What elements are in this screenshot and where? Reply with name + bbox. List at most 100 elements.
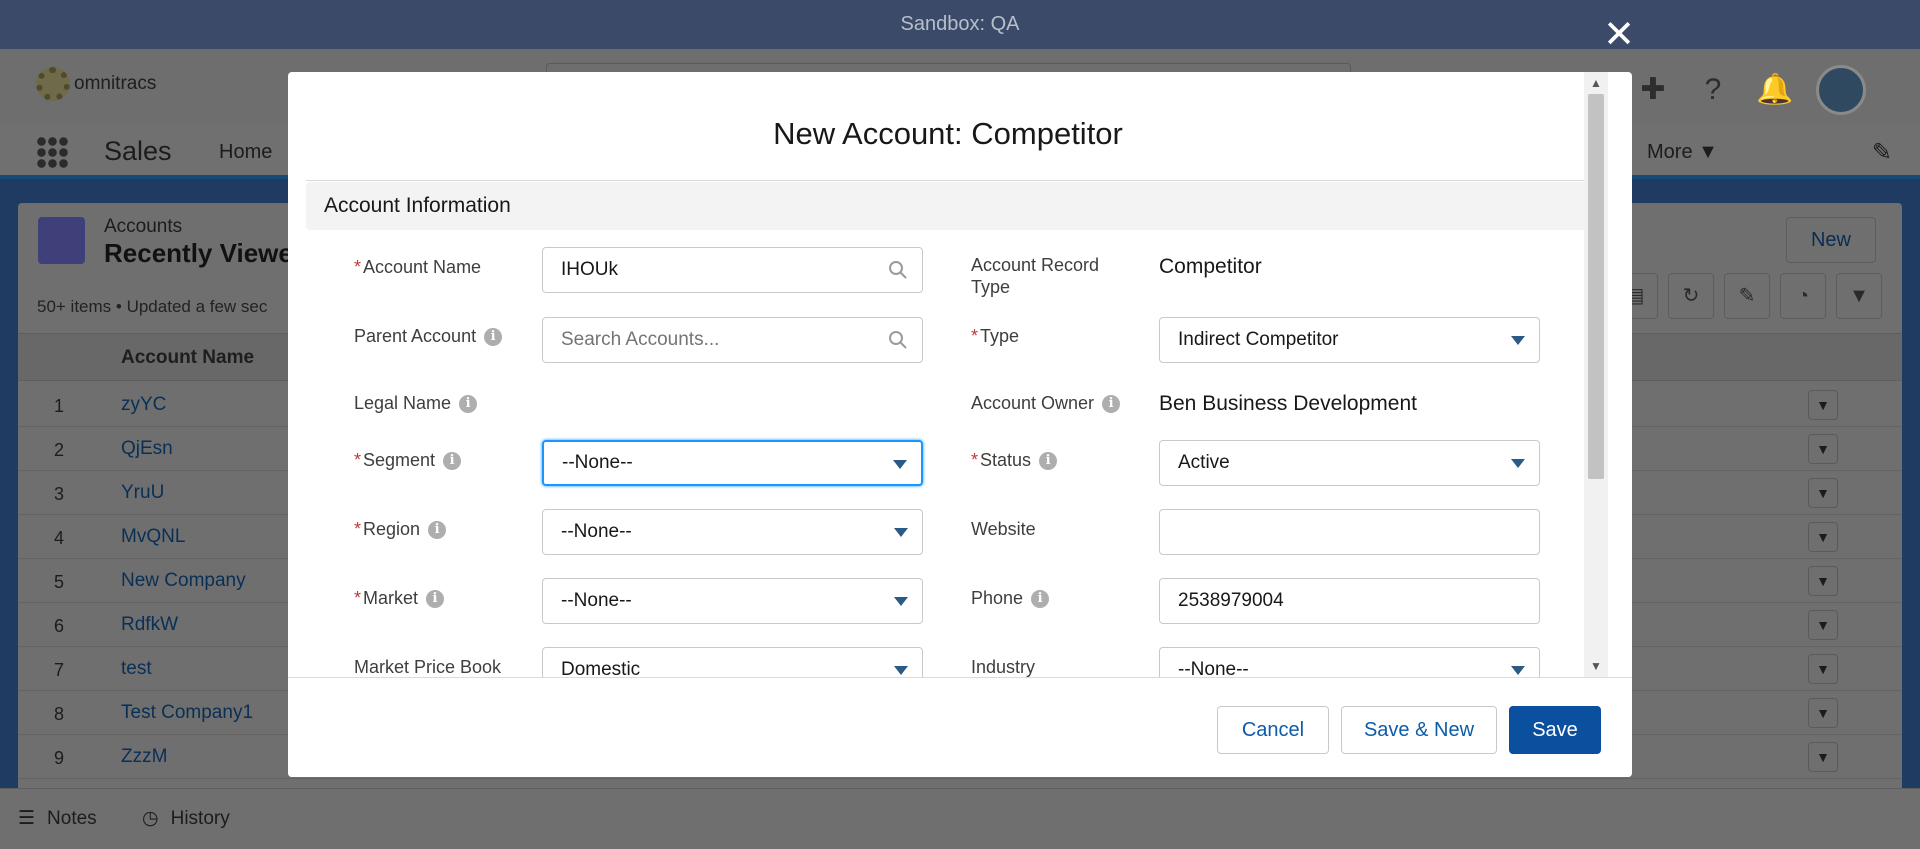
new-button[interactable]: New	[1786, 217, 1876, 263]
type-label-text: Type	[980, 326, 1020, 346]
market-label: * Market i	[354, 587, 445, 609]
segment-label: * Segment i	[354, 449, 462, 471]
parent-account-label: Parent Account i	[354, 325, 503, 347]
info-icon[interactable]: i	[1102, 395, 1121, 414]
logo-text: omnitracs	[74, 73, 157, 94]
account-link[interactable]: zyYC	[121, 394, 166, 416]
modal-scrollbar[interactable]: ▲ ▼	[1584, 72, 1608, 677]
type-select[interactable]: Indirect Competitor	[1159, 317, 1540, 363]
utility-history-label: History	[170, 807, 230, 829]
phone-label-text: Phone	[971, 588, 1024, 608]
search-icon	[889, 331, 907, 349]
app-launcher-icon[interactable]	[36, 136, 68, 168]
account-link[interactable]: RdfkW	[121, 614, 178, 636]
info-icon[interactable]: i	[443, 452, 462, 471]
notes-icon: ☰	[18, 808, 36, 829]
utility-history[interactable]: ◷ History	[142, 807, 230, 830]
industry-select[interactable]: --None--	[1159, 647, 1540, 677]
required-marker: *	[354, 588, 362, 608]
scroll-up-icon[interactable]: ▲	[1590, 76, 1602, 90]
chevron-down-icon	[894, 666, 908, 675]
phone-input[interactable]: 2538979004	[1159, 578, 1540, 624]
row-actions-icon[interactable]: ▼	[1808, 654, 1838, 684]
account-link[interactable]: test	[121, 658, 152, 680]
row-actions-icon[interactable]: ▼	[1808, 478, 1838, 508]
company-logo[interactable]: omnitracs	[36, 67, 156, 101]
chevron-down-icon	[894, 597, 908, 606]
segment-select[interactable]: --None--	[542, 440, 923, 486]
row-actions-icon[interactable]: ▼	[1808, 566, 1838, 596]
status-value: Active	[1178, 452, 1230, 473]
record-type-label: Account Record Type	[971, 255, 1100, 297]
account-link[interactable]: MvQNL	[121, 526, 185, 548]
chevron-down-icon	[1511, 336, 1525, 345]
column-account-name[interactable]: Account Name	[121, 347, 254, 369]
info-icon[interactable]: i	[459, 395, 478, 414]
account-link[interactable]: New Company	[121, 570, 246, 592]
region-select[interactable]: --None--	[542, 509, 923, 555]
scroll-thumb[interactable]	[1588, 94, 1604, 479]
account-link[interactable]: QjEsn	[121, 438, 173, 460]
scroll-down-icon[interactable]: ▼	[1590, 659, 1602, 673]
row-number: 2	[54, 440, 65, 460]
save-and-new-button[interactable]: Save & New	[1341, 706, 1497, 754]
user-avatar[interactable]	[1816, 65, 1866, 115]
nav-item-more[interactable]: More ▼	[1647, 141, 1718, 164]
accounts-object-icon	[38, 217, 85, 264]
phone-label: Phone i	[971, 587, 1050, 609]
region-label-text: Region	[363, 519, 421, 539]
phone-value: 2538979004	[1178, 590, 1284, 611]
type-label: * Type	[971, 325, 1019, 347]
chevron-down-icon	[1511, 459, 1525, 468]
nav-more-label: More	[1647, 141, 1693, 163]
cancel-button[interactable]: Cancel	[1217, 706, 1329, 754]
website-label: Website	[971, 519, 1036, 539]
utility-notes-label: Notes	[47, 807, 97, 829]
help-icon[interactable]: ?	[1696, 73, 1730, 107]
close-modal-icon[interactable]: ✕	[1602, 16, 1636, 54]
account-link[interactable]: YruU	[121, 482, 164, 504]
market-label-text: Market	[363, 588, 419, 608]
account-link[interactable]: Test Company1	[121, 702, 253, 724]
account-owner-label-text: Account Owner	[971, 393, 1095, 413]
account-link[interactable]: ZzzM	[121, 746, 167, 768]
row-actions-icon[interactable]: ▼	[1808, 610, 1838, 640]
row-actions-icon[interactable]: ▼	[1808, 698, 1838, 728]
nav-item-home[interactable]: Home	[219, 141, 272, 164]
clock-icon: ◷	[142, 808, 159, 829]
parent-account-search-input[interactable]: Search Accounts...	[542, 317, 923, 363]
row-number: 7	[54, 660, 65, 680]
status-select[interactable]: Active	[1159, 440, 1540, 486]
market-select[interactable]: --None--	[542, 578, 923, 624]
edit-icon[interactable]: ✎	[1724, 273, 1770, 319]
list-meta: 50+ items • Updated a few sec	[37, 297, 268, 316]
row-actions-icon[interactable]: ▼	[1808, 390, 1838, 420]
row-number: 8	[54, 704, 65, 724]
row-actions-icon[interactable]: ▼	[1808, 522, 1838, 552]
edit-nav-icon[interactable]: ✎	[1872, 138, 1892, 167]
refresh-icon[interactable]: ↻	[1668, 273, 1714, 319]
record-type-value: Competitor	[1159, 255, 1262, 278]
chevron-down-icon	[894, 528, 908, 537]
utility-notes[interactable]: ☰ Notes	[18, 807, 97, 830]
market-price-book-select[interactable]: Domestic	[542, 647, 923, 677]
info-icon[interactable]: i	[426, 590, 445, 609]
list-view-title[interactable]: Recently Viewe	[104, 238, 293, 269]
notifications-bell-icon[interactable]: 🔔	[1756, 73, 1793, 107]
market-value: --None--	[561, 590, 632, 611]
filter-icon[interactable]: ▼	[1836, 273, 1882, 319]
row-actions-icon[interactable]: ▼	[1808, 434, 1838, 464]
info-icon[interactable]: i	[1031, 590, 1050, 609]
chart-icon[interactable]: ◔	[1780, 273, 1826, 319]
info-icon[interactable]: i	[1039, 452, 1058, 471]
account-name-input[interactable]: IHOUk	[542, 247, 923, 293]
save-button[interactable]: Save	[1509, 706, 1601, 754]
row-actions-icon[interactable]: ▼	[1808, 742, 1838, 772]
section-header[interactable]: Account Information	[306, 182, 1590, 230]
add-icon[interactable]: ✚	[1636, 73, 1670, 107]
info-icon[interactable]: i	[428, 521, 447, 540]
info-icon[interactable]: i	[484, 328, 503, 347]
new-account-modal: New Account: Competitor Account Informat…	[288, 72, 1632, 777]
website-input[interactable]	[1159, 509, 1540, 555]
industry-label: Industry	[971, 657, 1036, 677]
